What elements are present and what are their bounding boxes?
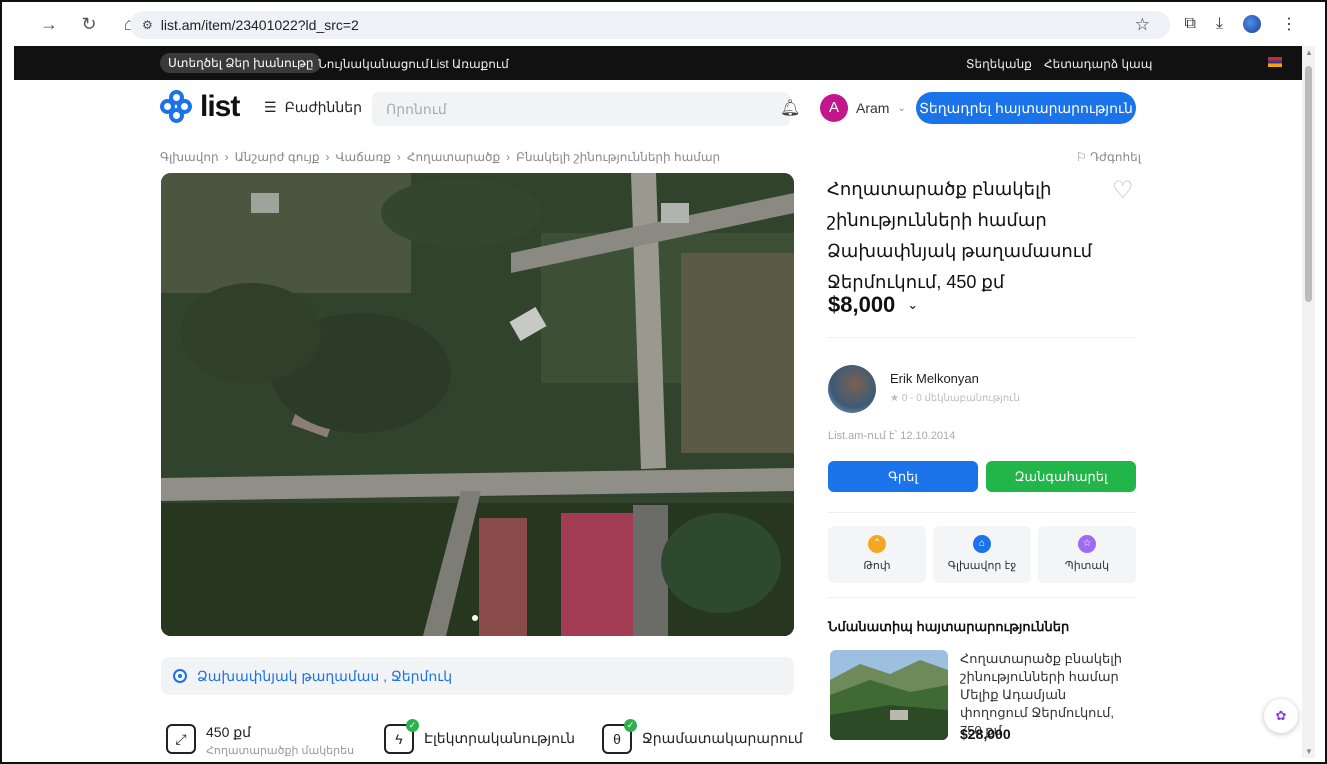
similar-item-price: $28,000: [960, 726, 1011, 742]
feature-water: θ ✓ Ջրամատակարարում: [602, 719, 803, 754]
feature-area: ⤢ 450 քմ Հողատարածքի մակերես: [166, 724, 354, 757]
user-menu[interactable]: A Aram ⌄: [820, 94, 906, 122]
seller-name[interactable]: Erik Melkonyan: [890, 371, 979, 386]
similar-item-photo[interactable]: [830, 650, 948, 740]
back-arrow-icon[interactable]: →: [38, 14, 60, 35]
listing-title: Հողատարածք բնակելի շինությունների համար …: [827, 179, 1093, 292]
feedback-link[interactable]: Հետադարձ կապ: [1044, 57, 1152, 71]
satellite-image: [161, 173, 794, 636]
rating-text: 0 - 0 մեկնաբանություն: [901, 393, 1020, 404]
report-link[interactable]: ⚐ Դժգոհել: [1076, 150, 1141, 164]
listing-price[interactable]: $8,000 ⌄: [828, 292, 918, 318]
hamburger-icon: ☰: [264, 99, 277, 115]
search-input[interactable]: [372, 92, 790, 126]
chevron-down-icon: ⌄: [907, 297, 919, 312]
verification-link[interactable]: Նույնականացում: [318, 57, 429, 71]
breadcrumb-item[interactable]: Անշարժ գույք: [235, 150, 320, 164]
scrollbar-thumb[interactable]: [1305, 66, 1312, 302]
breadcrumb-item[interactable]: Բնակելի շինությունների համար: [516, 150, 720, 164]
logo-text: list: [200, 90, 240, 123]
price-value: $8,000: [828, 292, 896, 317]
browser-nav: → ↻ ⌂: [38, 14, 140, 35]
feature-area-sub: Հողատարածքի մակերես: [206, 745, 355, 757]
label-star-icon: ☆: [1078, 535, 1096, 553]
electricity-icon: ϟ ✓: [384, 719, 419, 754]
categories-label: Բաժիններ: [284, 99, 363, 115]
bookmark-star-icon[interactable]: ☆: [1135, 15, 1150, 35]
reload-icon[interactable]: ↻: [78, 14, 100, 35]
promo-home[interactable]: ⌂ Գլխավոր էջ: [933, 526, 1031, 583]
user-name: Aram: [856, 100, 890, 116]
promo-label: Թոփ: [863, 560, 891, 572]
help-link[interactable]: Տեղեկանք: [966, 57, 1032, 71]
member-since: List.am-ում է՝ 12.10.2014: [828, 430, 956, 442]
breadcrumb-separator: ›: [506, 150, 511, 164]
breadcrumb-item[interactable]: Վաճառք: [336, 150, 391, 164]
feature-electricity: ϟ ✓ Էլեկտրականություն: [384, 719, 575, 754]
url-text: list.am/item/23401022?ld_src=2: [160, 17, 359, 33]
mountain-image: [830, 650, 948, 740]
write-button[interactable]: Գրել: [828, 461, 978, 492]
categories-menu[interactable]: ☰ Բաժիններ: [264, 99, 362, 116]
scroll-up-icon[interactable]: ▲: [1305, 48, 1313, 57]
check-badge-icon: ✓: [406, 719, 419, 732]
address-bar[interactable]: ⚙ list.am/item/23401022?ld_src=2 ☆: [130, 11, 1170, 39]
check-badge-icon: ✓: [624, 719, 637, 732]
menu-icon[interactable]: ⋮: [1281, 14, 1297, 34]
bell-icon[interactable]: 🔔︎: [780, 98, 800, 118]
feature-electricity-label: Էլեկտրականություն: [424, 730, 575, 746]
report-label: Դժգոհել: [1090, 150, 1142, 164]
post-ad-button[interactable]: Տեղադրել հայտարարություն: [916, 92, 1136, 124]
breadcrumb-item[interactable]: Հողատարածք: [407, 150, 500, 164]
seller-rating: ★ 0 - 0 մեկնաբանություն: [890, 393, 1020, 404]
create-store-link[interactable]: Ստեղծել Ձեր խանութը: [160, 53, 322, 73]
feature-area-value: 450 քմ: [206, 724, 252, 740]
water-supply-icon: θ ✓: [602, 719, 637, 754]
location-pin-icon: [173, 669, 187, 683]
armenian-flag-icon[interactable]: [1268, 57, 1282, 67]
seller-avatar[interactable]: [828, 365, 876, 413]
divider: [828, 512, 1136, 513]
extensions-icon[interactable]: ⧉: [1184, 15, 1195, 33]
chevron-down-icon: ⌄: [897, 102, 906, 114]
feature-water-label: Ջրամատակարարում: [642, 730, 803, 746]
carousel-dot[interactable]: [472, 615, 478, 621]
delivery-link[interactable]: List Առաքում: [430, 57, 509, 71]
similar-heading: Նմանատիպ հայտարարություններ: [828, 619, 1070, 634]
page-scrollbar[interactable]: ▲ ▼: [1302, 46, 1315, 758]
browser-actions: ⧉ ⤓ ⋮: [1184, 14, 1297, 34]
breadcrumb-item[interactable]: Գլխավոր: [160, 150, 219, 164]
star-icon: ★: [890, 393, 899, 404]
promo-label: Գլխավոր էջ: [947, 560, 1017, 572]
breadcrumb-separator: ›: [224, 150, 229, 164]
assistant-brain-icon[interactable]: ✿: [1264, 699, 1298, 733]
browser-toolbar: → ↻ ⌂ ⚙ list.am/item/23401022?ld_src=2 ☆…: [2, 2, 1325, 46]
site-top-bar: Ստեղծել Ձեր խանութը Նույնականացում List …: [14, 46, 1302, 80]
site-logo[interactable]: list: [160, 90, 240, 124]
promo-label-tag[interactable]: ☆ Պիտակ: [1038, 526, 1136, 583]
area-expand-icon: ⤢: [166, 724, 196, 754]
browser-window: → ↻ ⌂ ⚙ list.am/item/23401022?ld_src=2 ☆…: [0, 0, 1327, 764]
location-text: Ձախափնյակ թաղամաս , Ջերմուկ: [197, 667, 453, 684]
flag-icon: ⚐: [1076, 150, 1087, 164]
avatar: A: [820, 94, 848, 122]
promo-top[interactable]: ⌃ Թոփ: [828, 526, 926, 583]
divider: [828, 337, 1136, 338]
call-button[interactable]: Զանգահարել: [986, 461, 1136, 492]
breadcrumb: Գլխավոր › Անշարժ գույք › Վաճառք › Հողատարած…: [160, 150, 720, 164]
top-chevrons-icon: ⌃: [868, 535, 886, 553]
breadcrumb-separator: ›: [396, 150, 401, 164]
download-icon[interactable]: ⤓: [1216, 15, 1223, 33]
breadcrumb-separator: ›: [325, 150, 330, 164]
heart-icon[interactable]: ♡: [1112, 176, 1134, 205]
promo-label: Պիտակ: [1064, 560, 1110, 572]
logo-mark-icon: [160, 90, 194, 124]
scroll-down-icon[interactable]: ▼: [1305, 747, 1313, 756]
site-info-icon[interactable]: ⚙: [142, 18, 153, 32]
listing-photo[interactable]: [161, 173, 794, 636]
location-bar[interactable]: Ձախափնյակ թաղամաս , Ջերմուկ: [161, 657, 794, 695]
profile-icon[interactable]: [1243, 15, 1261, 33]
divider: [828, 597, 1136, 598]
home-page-icon: ⌂: [973, 535, 991, 553]
